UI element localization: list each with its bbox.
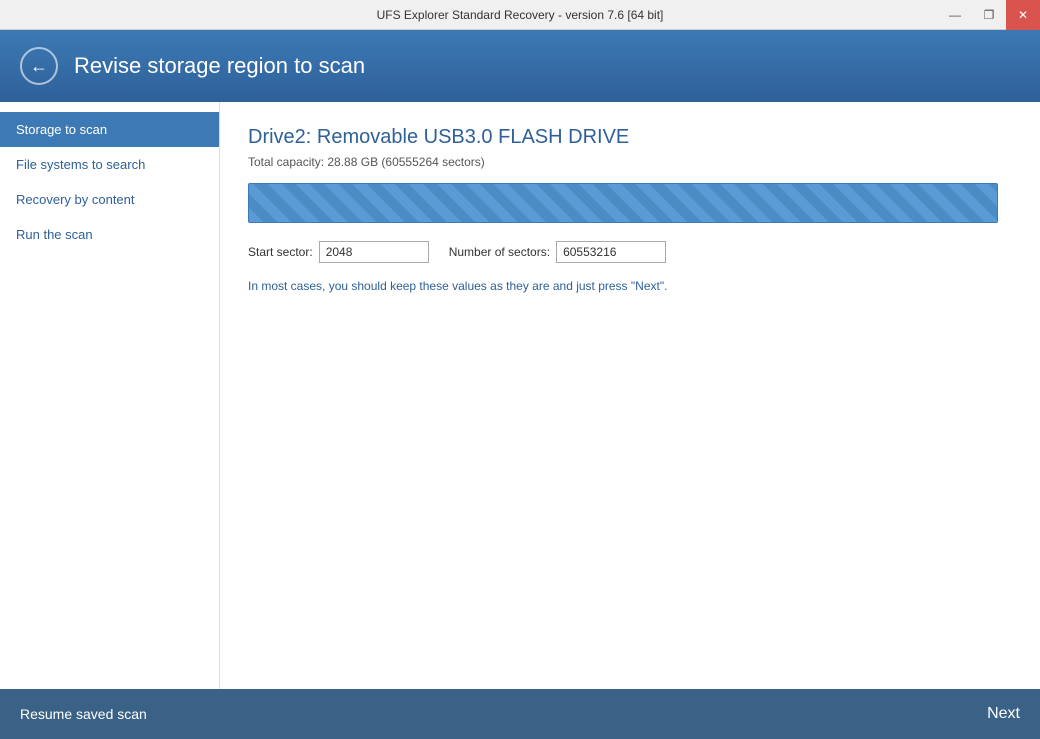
sectors-count-input[interactable] [556, 241, 666, 263]
sidebar: Storage to scan File systems to search R… [0, 102, 220, 689]
sectors-count-group: Number of sectors: [449, 241, 666, 263]
sidebar-item-run-scan[interactable]: Run the scan [0, 217, 219, 252]
start-sector-group: Start sector: [248, 241, 429, 263]
sidebar-item-storage-to-scan[interactable]: Storage to scan [0, 112, 219, 147]
hint-prefix: In most cases, you should keep these val… [248, 279, 631, 293]
titlebar: UFS Explorer Standard Recovery - version… [0, 0, 1040, 30]
resume-saved-scan-button[interactable]: Resume saved scan [20, 706, 147, 722]
window-controls: — ❐ ✕ [938, 0, 1040, 30]
footer: Resume saved scan Next [0, 689, 1040, 739]
hint-link: "Next" [631, 279, 664, 293]
window-title: UFS Explorer Standard Recovery - version… [377, 8, 664, 22]
sectors-count-label: Number of sectors: [449, 245, 550, 259]
main-layout: Storage to scan File systems to search R… [0, 102, 1040, 689]
sidebar-item-file-systems[interactable]: File systems to search [0, 147, 219, 182]
start-sector-input[interactable] [319, 241, 429, 263]
close-button[interactable]: ✕ [1006, 0, 1040, 30]
back-button[interactable]: ← [20, 47, 58, 85]
wizard-header: ← Revise storage region to scan [0, 30, 1040, 102]
hint-suffix: . [664, 279, 667, 293]
wizard-title: Revise storage region to scan [74, 53, 365, 79]
restore-button[interactable]: ❐ [972, 0, 1006, 30]
start-sector-label: Start sector: [248, 245, 313, 259]
drive-bar [248, 183, 998, 223]
sidebar-item-recovery-by-content[interactable]: Recovery by content [0, 182, 219, 217]
minimize-button[interactable]: — [938, 0, 972, 30]
content-area: Drive2: Removable USB3.0 FLASH DRIVE Tot… [220, 102, 1040, 689]
hint-text: In most cases, you should keep these val… [248, 279, 1012, 293]
sector-row: Start sector: Number of sectors: [248, 241, 1012, 263]
next-button[interactable]: Next [987, 705, 1020, 723]
drive-title: Drive2: Removable USB3.0 FLASH DRIVE [248, 126, 1012, 149]
drive-capacity: Total capacity: 28.88 GB (60555264 secto… [248, 155, 1012, 169]
